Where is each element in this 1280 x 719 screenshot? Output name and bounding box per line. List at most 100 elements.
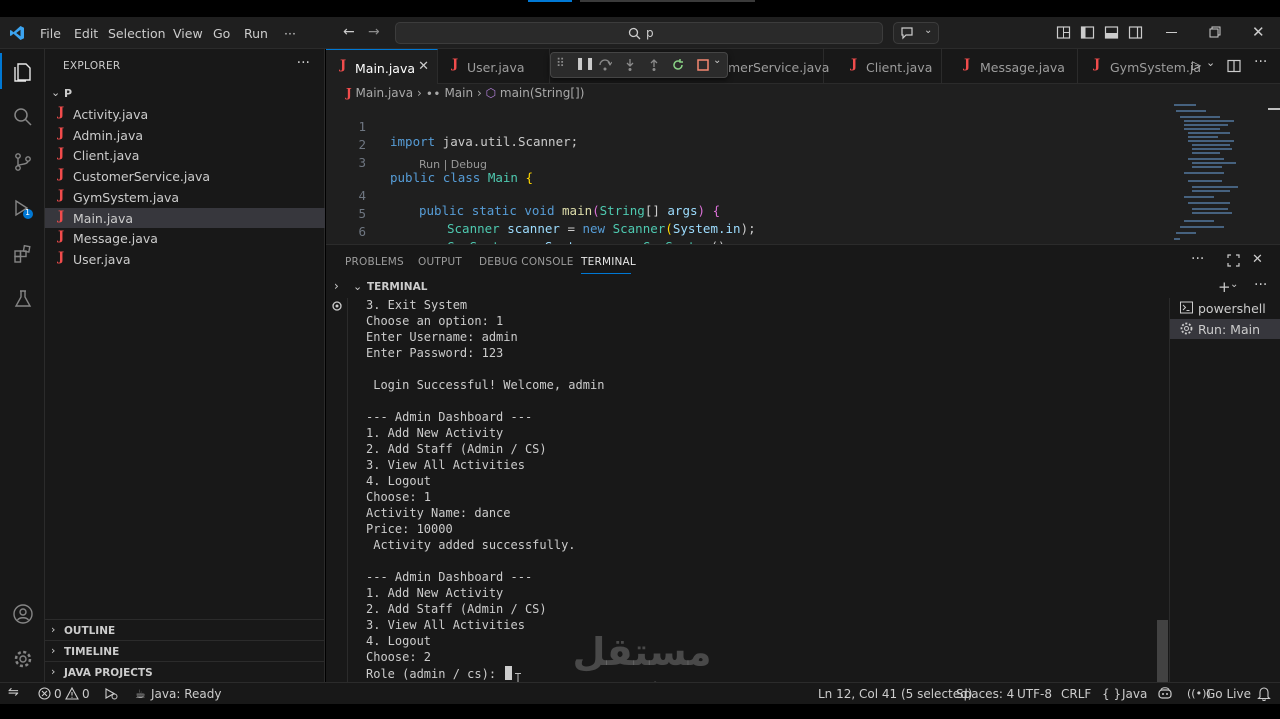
terminal-instance-run-main[interactable]: Run: Main bbox=[1170, 319, 1280, 339]
editor-scrollbar[interactable] bbox=[1266, 100, 1280, 244]
terminal-scrollbar[interactable] bbox=[1156, 298, 1169, 682]
back-arrow-icon[interactable]: ← bbox=[343, 24, 355, 40]
source-control-icon[interactable] bbox=[0, 142, 45, 182]
customize-layout-icon[interactable] bbox=[1056, 25, 1071, 40]
run-debug-icon[interactable]: 1 bbox=[0, 189, 45, 229]
terminal-output[interactable]: 3. Exit System Choose an option: 1 Enter U… bbox=[366, 298, 1156, 682]
tab-output[interactable]: OUTPUT bbox=[418, 256, 462, 268]
tab-message-java[interactable]: J Message.java bbox=[942, 49, 1078, 84]
timeline-section[interactable]: › TIMELINE bbox=[45, 640, 325, 661]
terminal-more-icon[interactable]: ··· bbox=[1254, 277, 1267, 293]
tab-problems[interactable]: PROBLEMS bbox=[345, 256, 404, 268]
terminal-line: 3. View All Activities bbox=[366, 458, 525, 474]
extensions-icon[interactable] bbox=[0, 234, 45, 274]
panel-more-icon[interactable]: ··· bbox=[1191, 251, 1204, 267]
toggle-primary-sidebar-icon[interactable] bbox=[1080, 25, 1095, 40]
notifications-bell-icon[interactable] bbox=[1257, 686, 1271, 701]
menu-view[interactable]: View bbox=[173, 26, 203, 41]
toggle-secondary-sidebar-icon[interactable] bbox=[1128, 25, 1143, 40]
restart-icon[interactable] bbox=[671, 58, 685, 72]
terminal-section-label: TERMINAL bbox=[367, 281, 428, 293]
terminal-dropdown-chevron-icon[interactable]: ⌄ bbox=[1230, 279, 1238, 290]
errors-icon[interactable] bbox=[38, 687, 51, 700]
cursor-position[interactable]: Ln 12, Col 41 (5 selected) bbox=[818, 687, 972, 701]
run-debug-status-icon[interactable] bbox=[104, 687, 118, 700]
search-view-icon[interactable] bbox=[0, 97, 45, 137]
go-live-button[interactable]: Go Live bbox=[1206, 687, 1251, 701]
tab-client-java[interactable]: J Client.java bbox=[824, 49, 942, 84]
copilot-chat-button[interactable]: ⌄ bbox=[893, 22, 939, 44]
maximize-panel-icon[interactable] bbox=[1227, 254, 1240, 267]
folder-row[interactable]: ⌄ P bbox=[45, 84, 325, 104]
file-item[interactable]: J Client.java bbox=[45, 145, 325, 165]
stop-dropdown-chevron-icon[interactable]: ⌄ bbox=[713, 55, 721, 66]
tab-main-java[interactable]: J Main.java ✕ bbox=[326, 49, 438, 84]
file-item[interactable]: J CustomerService.java bbox=[45, 166, 325, 186]
toggle-panel-icon[interactable] bbox=[1104, 25, 1119, 40]
line-ending[interactable]: CRLF bbox=[1061, 687, 1091, 701]
indentation[interactable]: Spaces: 4 bbox=[956, 687, 1014, 701]
language-mode[interactable]: Java bbox=[1122, 687, 1147, 701]
codelens-run-debug[interactable]: Run | Debug bbox=[419, 158, 487, 171]
more-actions-icon[interactable]: ··· bbox=[297, 55, 310, 71]
java-status[interactable]: Java: Ready bbox=[151, 687, 221, 701]
java-projects-section[interactable]: › JAVA PROJECTS bbox=[45, 661, 325, 682]
warnings-icon[interactable] bbox=[65, 687, 79, 700]
chevron-right-icon: › bbox=[51, 644, 56, 657]
menu-run[interactable]: Run bbox=[244, 26, 268, 41]
tab-label: Main.java bbox=[355, 61, 416, 76]
stop-icon[interactable] bbox=[696, 58, 710, 72]
step-into-icon[interactable] bbox=[623, 58, 637, 72]
settings-gear-icon[interactable] bbox=[0, 639, 45, 679]
file-item[interactable]: J Admin.java bbox=[45, 125, 325, 145]
tab-terminal[interactable]: TERMINAL bbox=[581, 256, 636, 268]
outline-section[interactable]: › OUTLINE bbox=[45, 619, 325, 640]
file-item[interactable]: J Main.java bbox=[45, 207, 325, 228]
menu-selection[interactable]: Selection bbox=[108, 26, 166, 41]
chevron-down-icon[interactable]: ⌄ bbox=[353, 280, 362, 293]
menu-more[interactable]: ··· bbox=[284, 26, 296, 41]
restore-icon[interactable] bbox=[1209, 26, 1221, 38]
file-item[interactable]: J Message.java bbox=[45, 228, 325, 248]
close-window-icon[interactable]: ✕ bbox=[1252, 23, 1265, 41]
minimize-icon[interactable] bbox=[1166, 32, 1177, 33]
step-over-icon[interactable] bbox=[598, 58, 612, 72]
menu-go[interactable]: Go bbox=[213, 26, 230, 41]
chevron-right-icon[interactable]: › bbox=[334, 279, 339, 293]
file-item[interactable]: J User.java bbox=[45, 249, 325, 269]
breadcrumb-class[interactable]: Main bbox=[444, 86, 473, 100]
drag-handle-icon[interactable]: ⠿ bbox=[556, 56, 565, 70]
step-out-icon[interactable] bbox=[647, 58, 661, 72]
minimap[interactable] bbox=[1170, 100, 1250, 244]
account-icon[interactable] bbox=[0, 594, 45, 634]
warning-count[interactable]: 0 bbox=[82, 687, 90, 701]
breadcrumb-file[interactable]: Main.java bbox=[356, 86, 414, 100]
command-center-search[interactable]: p bbox=[395, 22, 883, 44]
new-terminal-plus-icon[interactable]: + bbox=[1218, 278, 1231, 296]
copilot-icon[interactable] bbox=[1157, 686, 1173, 701]
tab-debug-console[interactable]: DEBUG CONSOLE bbox=[479, 256, 574, 268]
menu-edit[interactable]: Edit bbox=[74, 26, 98, 41]
terminal-line: 2. Add Staff (Admin / CS) bbox=[366, 602, 547, 618]
tab-user-java[interactable]: J User.java bbox=[438, 49, 550, 84]
encoding[interactable]: UTF-8 bbox=[1017, 687, 1052, 701]
split-editor-icon[interactable] bbox=[1227, 59, 1241, 73]
menu-file[interactable]: File bbox=[40, 26, 61, 41]
forward-arrow-icon[interactable]: → bbox=[368, 24, 380, 40]
remote-icon[interactable]: ⇋ bbox=[8, 685, 19, 700]
pause-icon[interactable]: ❚❚ bbox=[575, 56, 595, 70]
error-count[interactable]: 0 bbox=[54, 687, 62, 701]
testing-flask-icon[interactable] bbox=[0, 279, 45, 319]
tab-gymsystem-java[interactable]: J GymSystem.ja bbox=[1078, 49, 1201, 84]
file-item[interactable]: J Activity.java bbox=[45, 104, 325, 124]
editor-more-icon[interactable]: ··· bbox=[1254, 54, 1267, 70]
explorer-icon[interactable] bbox=[0, 52, 45, 92]
file-item[interactable]: J GymSystem.java bbox=[45, 187, 325, 207]
file-name: GymSystem.java bbox=[73, 189, 180, 205]
close-tab-icon[interactable]: ✕ bbox=[418, 59, 429, 74]
run-java-icon[interactable]: ▷ bbox=[1192, 58, 1201, 72]
run-dropdown-chevron-icon[interactable]: ⌄ bbox=[1206, 56, 1215, 69]
terminal-instance-powershell[interactable]: powershell bbox=[1170, 298, 1280, 318]
close-panel-icon[interactable]: ✕ bbox=[1252, 252, 1263, 267]
breadcrumb-method[interactable]: main(String[]) bbox=[500, 86, 585, 100]
